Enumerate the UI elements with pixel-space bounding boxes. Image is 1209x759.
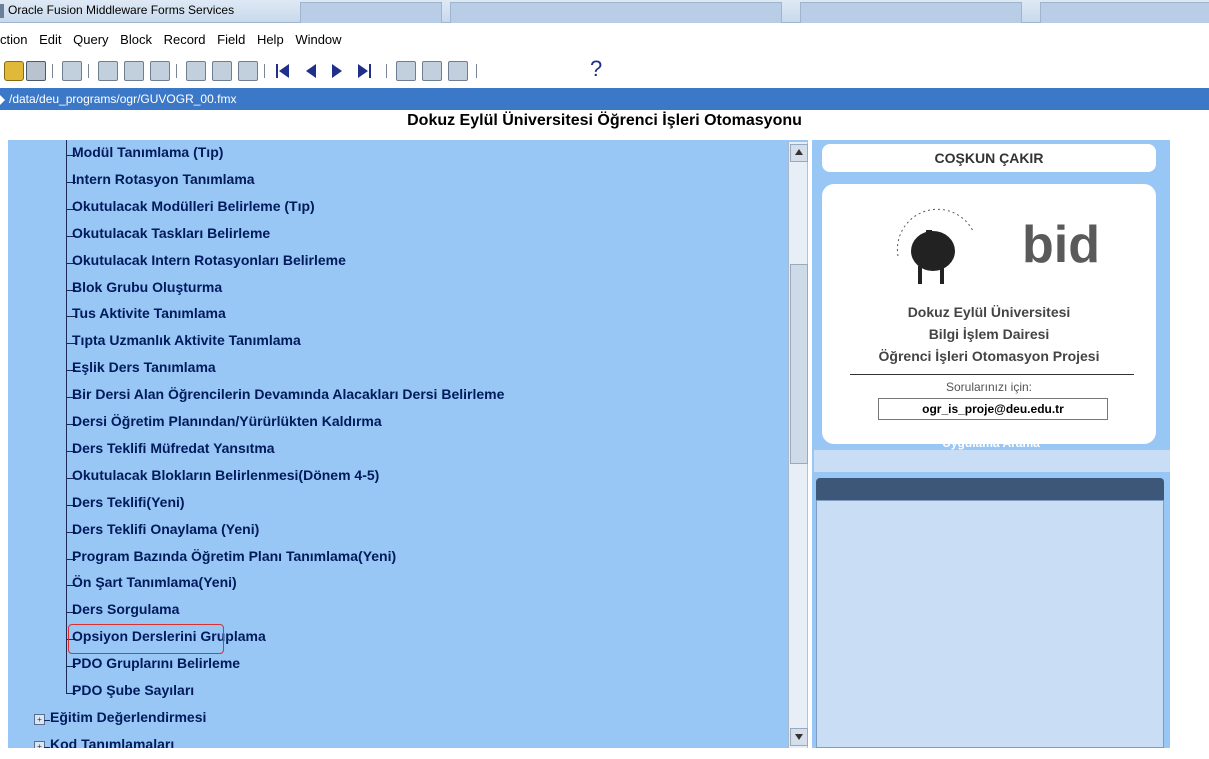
window-title-bar: Oracle Fusion Middleware Forms Services — [0, 0, 1209, 23]
browser-tab[interactable] — [450, 2, 782, 23]
tree-item[interactable]: Ön Şart Tanımlama(Yeni) — [72, 574, 237, 590]
bid-logo-text: bid — [1022, 216, 1100, 274]
info-card: bid Dokuz Eylül Üniversitesi Bilgi İşlem… — [822, 184, 1156, 444]
next-record-icon[interactable] — [332, 64, 342, 78]
toolbar-separator — [176, 64, 177, 78]
scroll-thumb[interactable] — [790, 264, 808, 464]
paste-icon[interactable] — [150, 61, 170, 81]
tree-folder[interactable]: Kod Tanımlamaları — [50, 736, 174, 748]
scroll-down-button[interactable] — [790, 728, 808, 746]
search-results-header — [816, 478, 1164, 500]
tree-item[interactable]: PDO Gruplarını Belirleme — [72, 655, 240, 671]
window-title: Oracle Fusion Middleware Forms Services — [8, 3, 235, 17]
menu-edit[interactable]: Edit — [39, 32, 61, 47]
tree-item[interactable]: Okutulacak Blokların Belirlenmesi(Dönem … — [72, 467, 379, 483]
form-path: /data/deu_programs/ogr/GUVOGR_00.fmx — [9, 92, 237, 106]
tree-item[interactable]: Okutulacak Intern Rotasyonları Belirleme — [72, 252, 346, 268]
arrow-up-icon — [795, 149, 803, 155]
page-title: Dokuz Eylül Üniversitesi Öğrenci İşleri … — [407, 112, 802, 129]
clear-record-icon[interactable] — [238, 61, 258, 81]
toolbar-separator — [52, 64, 53, 78]
tree-item[interactable]: Eşlik Ders Tanımlama — [72, 359, 216, 375]
toolbar-separator — [476, 64, 477, 78]
navigation-tree-panel: Modül Tanımlama (Tıp) Intern Rotasyon Tan… — [8, 140, 808, 748]
divider — [850, 374, 1134, 375]
tree-item[interactable]: Bir Dersi Alan Öğrencilerin Devamında Al… — [72, 386, 504, 402]
copy-icon[interactable] — [124, 61, 144, 81]
tree-item[interactable]: Ders Teklifi Onaylama (Yeni) — [72, 521, 259, 537]
menu-record[interactable]: Record — [164, 32, 206, 47]
tree-item[interactable]: Program Bazında Öğretim Planı Tanımlama(… — [72, 548, 396, 564]
contact-email-field[interactable]: ogr_is_proje@deu.edu.tr — [878, 398, 1108, 420]
folder-icon[interactable] — [4, 61, 24, 81]
selected-item-highlight — [68, 624, 224, 654]
tree-item[interactable]: Ders Teklifi Müfredat Yansıtma — [72, 440, 275, 456]
toolbar-separator — [264, 64, 265, 78]
exit-icon[interactable] — [62, 61, 82, 81]
search-results-list[interactable] — [816, 500, 1164, 748]
info-sidebar: COŞKUN ÇAKIR bid Dokuz Eylül Üniversites… — [812, 140, 1170, 748]
tree-item[interactable]: Intern Rotasyon Tanımlama — [72, 171, 255, 187]
tree-item[interactable]: Ders Sorgulama — [72, 601, 179, 617]
menu-query[interactable]: Query — [73, 32, 108, 47]
tree-item[interactable]: Okutulacak Modülleri Belirleme (Tıp) — [72, 198, 315, 214]
info-line-project: Öğrenci İşleri Otomasyon Projesi — [878, 348, 1100, 364]
cancel-query-icon[interactable] — [422, 61, 442, 81]
toolbar-separator — [386, 64, 387, 78]
tree-connector-line — [66, 140, 67, 693]
insert-record-icon[interactable] — [186, 61, 206, 81]
scroll-up-button[interactable] — [790, 144, 808, 162]
toolbar: ? — [0, 55, 1209, 85]
menu-field[interactable]: Field — [217, 32, 245, 47]
browser-tab[interactable] — [1040, 2, 1209, 23]
app-search-label: Uygulama Arama — [942, 436, 1040, 450]
menu-help[interactable]: Help — [257, 32, 284, 47]
tree-item[interactable]: Tus Aktivite Tanımlama — [72, 305, 226, 321]
tree-scrollbar[interactable] — [788, 142, 808, 748]
tree-item[interactable]: Modül Tanımlama (Tıp) — [72, 144, 223, 160]
enter-query-icon[interactable] — [396, 61, 416, 81]
previous-record-icon[interactable] — [306, 64, 316, 78]
tree-item[interactable]: PDO Şube Sayıları — [72, 682, 194, 698]
tree-item[interactable]: Tıpta Uzmanlık Aktivite Tanımlama — [72, 332, 301, 348]
print-icon[interactable] — [26, 61, 46, 81]
tree-folder[interactable]: Eğitim Değerlendirmesi — [50, 709, 206, 725]
delete-record-icon[interactable] — [212, 61, 232, 81]
browser-tab[interactable] — [300, 2, 442, 23]
contact-label: Sorularınızı için: — [945, 380, 1033, 394]
browser-tab[interactable] — [800, 2, 1022, 23]
arrow-right-icon — [0, 94, 5, 105]
menu-window[interactable]: Window — [295, 32, 341, 47]
menu-block[interactable]: Block — [120, 32, 152, 47]
menu-bar: ction Edit Query Block Record Field Help… — [0, 32, 1209, 52]
menu-action[interactable]: ction — [0, 32, 27, 47]
execute-query-icon[interactable] — [448, 61, 468, 81]
tree-item[interactable]: Dersi Öğretim Planından/Yürürlükten Kald… — [72, 413, 382, 429]
university-seal-logo — [896, 208, 974, 284]
user-name: COŞKUN ÇAKIR — [822, 144, 1156, 172]
info-line-university: Dokuz Eylül Üniversitesi — [907, 304, 1071, 320]
cut-icon[interactable] — [98, 61, 118, 81]
app-search-input[interactable] — [814, 450, 1170, 472]
tree-item[interactable]: Okutulacak Taskları Belirleme — [72, 225, 270, 241]
toolbar-separator — [88, 64, 89, 78]
tree-item[interactable]: Blok Grubu Oluşturma — [72, 279, 222, 295]
info-line-department: Bilgi İşlem Dairesi — [928, 326, 1050, 342]
bid-logo: bid — [1022, 216, 1100, 274]
form-path-bar: /data/deu_programs/ogr/GUVOGR_00.fmx — [0, 88, 1209, 110]
help-icon[interactable]: ? — [590, 56, 602, 82]
tree-item-selected[interactable]: Ders Teklifi(Yeni) — [72, 494, 185, 510]
arrow-down-icon — [795, 734, 803, 740]
app-icon — [0, 4, 4, 18]
